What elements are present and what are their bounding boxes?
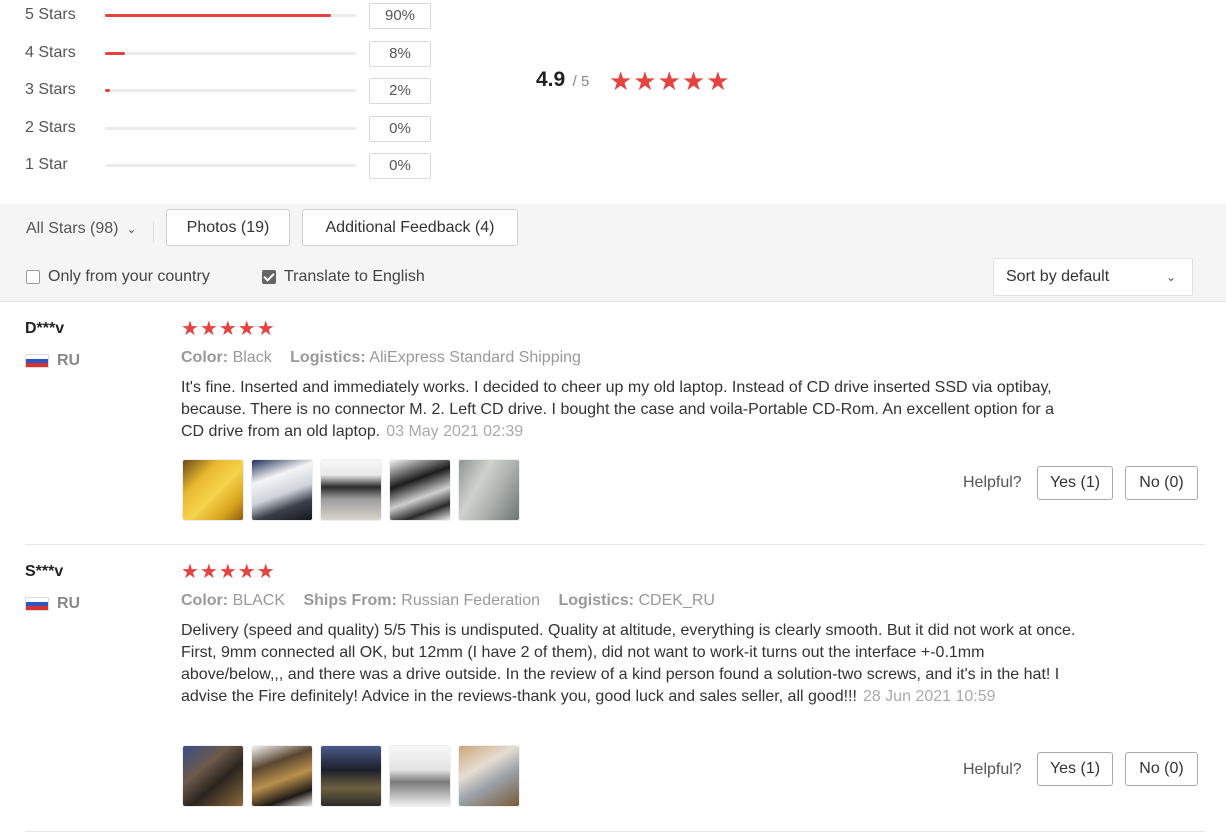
russia-flag-icon xyxy=(25,597,49,611)
rating-row-label: 2 Stars xyxy=(25,119,76,136)
review-divider xyxy=(25,831,1205,832)
review-meta: Color: BLACK Ships From: Russian Federat… xyxy=(181,592,729,610)
rating-bar xyxy=(105,89,356,92)
rating-bar-fill xyxy=(105,14,331,17)
meta-value: AliExpress Standard Shipping xyxy=(369,349,581,366)
meta-value: Russian Federation xyxy=(401,592,541,609)
rating-bar xyxy=(105,127,356,130)
rating-bar-fill xyxy=(105,52,126,55)
review-photos xyxy=(182,745,527,807)
meta-value: BLACK xyxy=(232,592,286,609)
review-date: 28 Jun 2021 10:59 xyxy=(862,688,996,705)
meta-key: Ships From: xyxy=(303,592,397,609)
review-photo[interactable] xyxy=(389,459,451,521)
rating-bar xyxy=(105,52,356,55)
average-rating-max: / 5 xyxy=(572,73,590,90)
review-text: It's fine. Inserted and immediately work… xyxy=(181,377,1081,443)
rating-row-5[interactable]: 5 Stars 90% xyxy=(25,3,445,29)
review-photo[interactable] xyxy=(458,459,520,521)
rating-percent: 0% xyxy=(369,116,431,142)
review-meta: Color: Black Logistics: AliExpress Stand… xyxy=(181,349,595,367)
star-filter-label: All Stars (98) xyxy=(26,220,119,237)
helpful-yes-button[interactable]: Yes (1) xyxy=(1037,466,1113,500)
divider xyxy=(153,222,154,242)
rating-percent: 8% xyxy=(369,41,431,67)
helpful-no-button[interactable]: No (0) xyxy=(1125,466,1198,500)
review-photo[interactable] xyxy=(182,745,244,807)
average-rating: 4.9 / 5 xyxy=(536,68,589,92)
review-star-icons: ★★★★★ xyxy=(181,318,276,340)
additional-feedback-button[interactable]: Additional Feedback (4) xyxy=(302,209,518,246)
meta-key: Logistics: xyxy=(558,592,635,609)
reviewer-name: S***v xyxy=(25,563,64,580)
star-filter-dropdown[interactable]: All Stars (98) ⌄ xyxy=(26,220,137,238)
reviewer-country: RU xyxy=(25,352,80,370)
meta-value: CDEK_RU xyxy=(638,592,715,609)
rating-row-label: 5 Stars xyxy=(25,6,76,23)
rating-row-4[interactable]: 4 Stars 8% xyxy=(25,41,445,67)
helpful-label: Helpful? xyxy=(963,474,1022,491)
review-photo[interactable] xyxy=(458,745,520,807)
sort-label: Sort by default xyxy=(1006,268,1110,285)
reviewer-name: D***v xyxy=(25,320,65,337)
country-code: RU xyxy=(57,595,81,612)
review-photos xyxy=(182,459,527,521)
review-photo[interactable] xyxy=(251,745,313,807)
rating-row-2[interactable]: 2 Stars 0% xyxy=(25,116,445,142)
rating-row-label: 3 Stars xyxy=(25,81,76,98)
meta-value: Black xyxy=(232,349,272,366)
review-photo[interactable] xyxy=(320,745,382,807)
helpful-no-button[interactable]: No (0) xyxy=(1125,752,1198,786)
rating-row-1[interactable]: 1 Star 0% xyxy=(25,153,445,179)
rating-bar xyxy=(105,14,356,17)
review-text: Delivery (speed and quality) 5/5 This is… xyxy=(181,620,1081,708)
helpful-label: Helpful? xyxy=(963,761,1022,778)
meta-key: Logistics: xyxy=(290,349,366,366)
rating-percent: 2% xyxy=(369,78,431,104)
helpful-yes-button[interactable]: Yes (1) xyxy=(1037,752,1113,786)
review-star-icons: ★★★★★ xyxy=(181,561,276,583)
rating-row-label: 1 Star xyxy=(25,156,68,173)
only-country-option[interactable]: Only from your country xyxy=(26,268,210,286)
rating-bar-fill xyxy=(105,89,111,92)
only-country-checkbox[interactable] xyxy=(26,270,40,284)
rating-summary: 5 Stars 90% 4 Stars 8% 3 Stars 2% 2 Star… xyxy=(0,0,1226,204)
photos-filter-button[interactable]: Photos (19) xyxy=(166,209,290,246)
meta-key: Color: xyxy=(181,592,229,609)
review-photo[interactable] xyxy=(320,459,382,521)
rating-percent: 0% xyxy=(369,153,431,179)
review-body: It's fine. Inserted and immediately work… xyxy=(181,379,1055,440)
rating-percent: 90% xyxy=(369,3,431,29)
sort-dropdown[interactable]: Sort by default ⌄ xyxy=(993,258,1193,296)
meta-key: Color: xyxy=(181,349,229,366)
only-country-label: Only from your country xyxy=(48,268,210,285)
rating-row-3[interactable]: 3 Stars 2% xyxy=(25,78,445,104)
translate-label: Translate to English xyxy=(284,268,425,285)
review-photo[interactable] xyxy=(389,745,451,807)
country-code: RU xyxy=(57,352,81,369)
chevron-down-icon: ⌄ xyxy=(1165,270,1176,284)
chevron-down-icon: ⌄ xyxy=(126,222,137,236)
rating-bar xyxy=(105,164,356,167)
review-filters: All Stars (98) ⌄ Photos (19) Additional F… xyxy=(0,204,1226,302)
translate-option[interactable]: Translate to English xyxy=(262,268,425,286)
average-rating-value: 4.9 xyxy=(536,68,566,91)
reviewer-country: RU xyxy=(25,595,80,613)
translate-checkbox[interactable] xyxy=(262,270,276,284)
review-photo[interactable] xyxy=(182,459,244,521)
rating-row-label: 4 Stars xyxy=(25,44,76,61)
review-date: 03 May 2021 02:39 xyxy=(386,423,524,440)
average-star-icons: ★★★★★ xyxy=(609,66,731,96)
review-photo[interactable] xyxy=(251,459,313,521)
review-divider xyxy=(25,544,1205,545)
russia-flag-icon xyxy=(25,354,49,368)
